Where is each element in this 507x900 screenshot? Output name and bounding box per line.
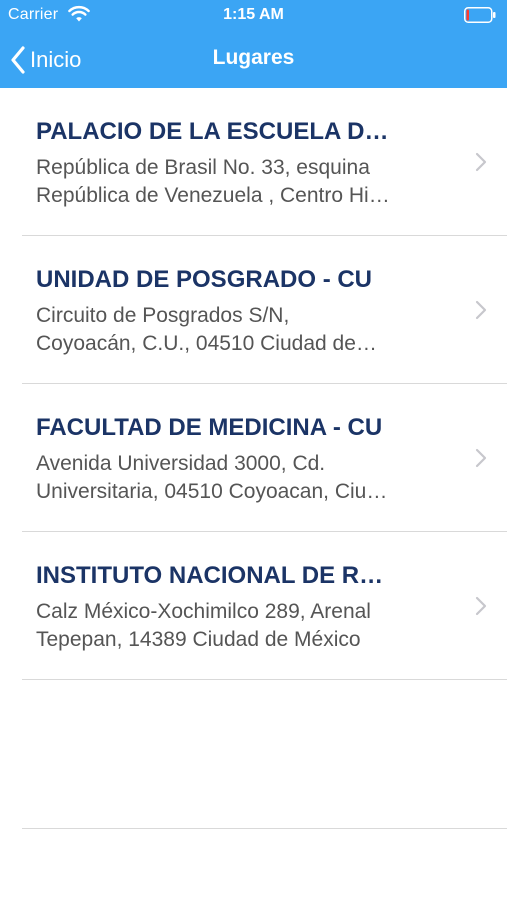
chevron-right-icon: [475, 300, 487, 320]
empty-row-divider: [22, 828, 507, 829]
status-time: 1:15 AM: [223, 6, 284, 23]
place-address-line: Avenida Universidad 3000, Cd.: [36, 452, 326, 475]
battery-icon: [464, 7, 496, 23]
place-row[interactable]: UNIDAD DE POSGRADO - CU Circuito de Posg…: [0, 236, 507, 384]
place-address: Circuito de Posgrados S/N, Coyoacán, C.U…: [36, 302, 448, 358]
place-address-line: República de Venezuela , Centro Hi…: [36, 184, 390, 207]
place-address: Avenida Universidad 3000, Cd. Universita…: [36, 450, 448, 506]
place-address: República de Brasil No. 33, esquina Repú…: [36, 154, 448, 210]
chevron-right-icon: [475, 596, 487, 616]
place-address-line: Universitaria, 04510 Coyoacan, Ciu…: [36, 480, 388, 503]
place-name: PALACIO DE LA ESCUELA D…: [36, 118, 389, 145]
place-address-line: Tepepan, 14389 Ciudad de México: [36, 628, 361, 651]
navigation-header: Carrier 1:15 AM Inicio Lugares: [0, 0, 507, 88]
status-bar: Carrier 1:15 AM: [0, 0, 507, 30]
place-row[interactable]: INSTITUTO NACIONAL DE R… Calz México-Xoc…: [0, 532, 507, 680]
place-address-line: Coyoacán, C.U., 04510 Ciudad de…: [36, 332, 377, 355]
nav-bar: Inicio Lugares: [0, 38, 507, 82]
place-address: Calz México-Xochimilco 289, Arenal Tepep…: [36, 598, 448, 654]
place-name: FACULTAD DE MEDICINA - CU: [36, 414, 383, 441]
place-row[interactable]: FACULTAD DE MEDICINA - CU Avenida Univer…: [0, 384, 507, 532]
chevron-right-icon: [475, 448, 487, 468]
place-address-line: República de Brasil No. 33, esquina: [36, 156, 370, 179]
chevron-right-icon: [475, 152, 487, 172]
page-title: Lugares: [212, 46, 295, 69]
place-row[interactable]: PALACIO DE LA ESCUELA D… República de Br…: [0, 88, 507, 236]
places-list: PALACIO DE LA ESCUELA D… República de Br…: [0, 88, 507, 680]
place-name: INSTITUTO NACIONAL DE R…: [36, 562, 384, 589]
place-address-line: Calz México-Xochimilco 289, Arenal: [36, 600, 371, 623]
place-name: UNIDAD DE POSGRADO - CU: [36, 266, 373, 293]
place-address-line: Circuito de Posgrados S/N,: [36, 304, 290, 327]
